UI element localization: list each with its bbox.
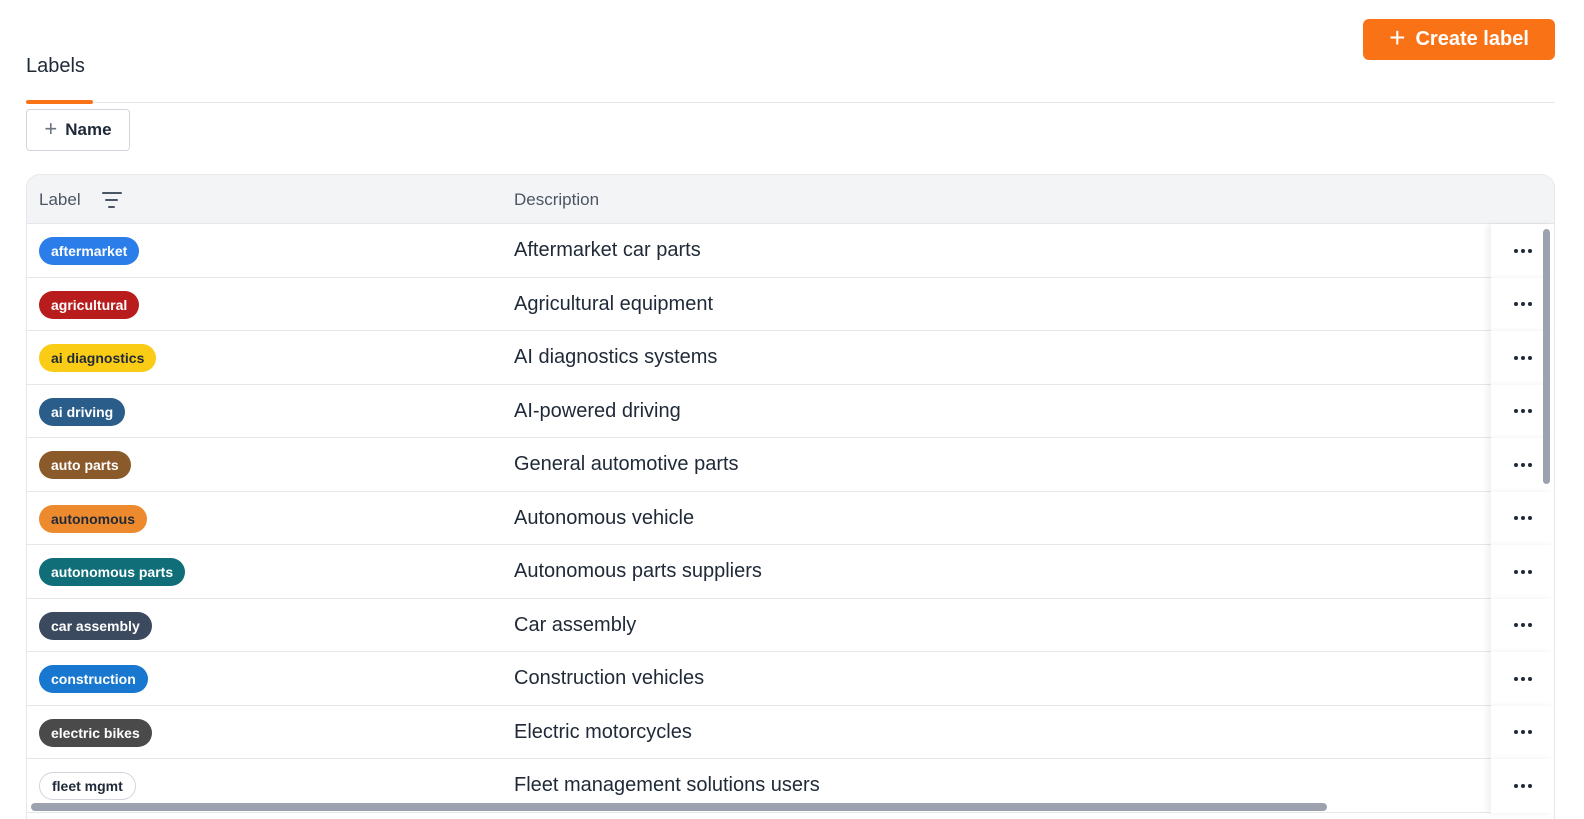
table-row: ai diagnostics AI diagnostics systems bbox=[27, 331, 1554, 385]
ellipsis-icon bbox=[1514, 730, 1532, 735]
label-description: Construction vehicles bbox=[514, 667, 705, 690]
label-badge[interactable]: agricultural bbox=[39, 290, 140, 319]
row-actions-button[interactable] bbox=[1491, 759, 1554, 813]
label-badge[interactable]: construction bbox=[39, 665, 148, 693]
ellipsis-icon bbox=[1514, 676, 1532, 681]
row-actions-button[interactable] bbox=[1491, 545, 1554, 599]
filter-lines-icon[interactable] bbox=[101, 190, 123, 210]
ellipsis-icon bbox=[1514, 409, 1532, 414]
label-badge[interactable]: autonomous parts bbox=[39, 558, 186, 586]
vertical-scrollbar[interactable] bbox=[1543, 229, 1550, 484]
label-badge[interactable]: electric bikes bbox=[39, 718, 152, 747]
row-actions-button[interactable] bbox=[1491, 598, 1554, 652]
table-row: autonomous parts Autonomous parts supplie… bbox=[27, 545, 1554, 599]
label-badge[interactable]: ai diagnostics bbox=[39, 344, 157, 372]
create-label-text: Create label bbox=[1415, 28, 1529, 50]
label-badge[interactable]: ai driving bbox=[39, 397, 126, 426]
ellipsis-icon bbox=[1514, 355, 1532, 360]
table-header: Label Description bbox=[27, 175, 1554, 224]
label-badge[interactable]: autonomous bbox=[39, 504, 147, 533]
ellipsis-icon bbox=[1514, 783, 1532, 788]
table-row: agricultural Agricultural equipment bbox=[27, 277, 1554, 331]
label-description: Car assembly bbox=[514, 613, 637, 636]
label-description: AI diagnostics systems bbox=[514, 346, 718, 369]
plus-icon: + bbox=[44, 116, 58, 141]
labels-table: Label Description aftermarket Aftermarket… bbox=[26, 174, 1555, 819]
label-badge[interactable]: car assembly bbox=[39, 611, 152, 640]
active-tab-indicator bbox=[26, 100, 93, 104]
tabs-divider bbox=[26, 102, 1555, 103]
label-badge[interactable]: auto parts bbox=[39, 451, 131, 479]
ellipsis-icon bbox=[1514, 462, 1532, 467]
table-row: aftermarket Aftermarket car parts bbox=[27, 224, 1554, 278]
add-name-filter-button[interactable]: + Name bbox=[26, 109, 130, 151]
ellipsis-icon bbox=[1514, 248, 1532, 253]
name-filter-text: Name bbox=[65, 120, 112, 139]
table-body: aftermarket Aftermarket car parts agricult… bbox=[27, 224, 1554, 813]
ellipsis-icon bbox=[1514, 623, 1532, 628]
table-row: car assembly Car assembly bbox=[27, 598, 1554, 652]
label-description: Autonomous parts suppliers bbox=[514, 560, 762, 583]
label-description: Autonomous vehicle bbox=[514, 506, 695, 529]
create-label-button[interactable]: + Create label bbox=[1363, 19, 1555, 60]
plus-icon: + bbox=[1389, 22, 1406, 53]
label-description: Agricultural equipment bbox=[514, 292, 713, 315]
table-row: auto parts General automotive parts bbox=[27, 438, 1554, 492]
label-description: Electric motorcycles bbox=[514, 720, 692, 743]
table-row: electric bikes Electric motorcycles bbox=[27, 705, 1554, 759]
ellipsis-icon bbox=[1514, 302, 1532, 307]
table-row: ai driving AI-powered driving bbox=[27, 384, 1554, 438]
row-actions-button[interactable] bbox=[1491, 705, 1554, 759]
column-header-label[interactable]: Label bbox=[39, 175, 123, 224]
labels-page: + Create label Labels + Name Label Descr… bbox=[0, 0, 1584, 819]
horizontal-scrollbar[interactable] bbox=[31, 803, 1327, 811]
label-badge[interactable]: fleet mgmt bbox=[39, 772, 136, 800]
ellipsis-icon bbox=[1514, 516, 1532, 521]
tab-labels[interactable]: Labels bbox=[26, 55, 85, 78]
label-description: AI-powered driving bbox=[514, 399, 681, 422]
table-row: construction Construction vehicles bbox=[27, 652, 1554, 706]
column-header-label-text: Label bbox=[39, 189, 81, 209]
ellipsis-icon bbox=[1514, 569, 1532, 574]
label-description: General automotive parts bbox=[514, 453, 739, 476]
column-header-description: Description bbox=[514, 189, 600, 209]
table-row: autonomous Autonomous vehicle bbox=[27, 491, 1554, 545]
label-description: Aftermarket car parts bbox=[514, 239, 701, 262]
row-actions-button[interactable] bbox=[1491, 491, 1554, 545]
label-badge[interactable]: aftermarket bbox=[39, 237, 140, 265]
row-actions-button[interactable] bbox=[1491, 652, 1554, 706]
